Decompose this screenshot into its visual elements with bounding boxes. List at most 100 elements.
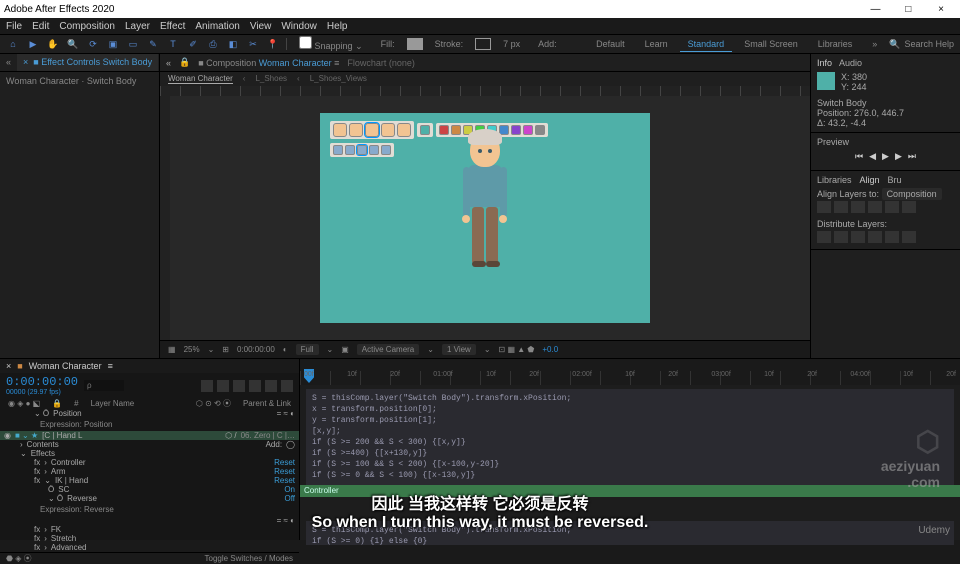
workspace-more-icon[interactable]: » (864, 37, 885, 51)
face-swatch-selected[interactable] (365, 123, 379, 137)
foot-right[interactable] (486, 261, 500, 267)
tl-footer-icon[interactable]: ⬣ ◈ ⦿ (6, 553, 32, 564)
timeline-comp-tab[interactable]: Woman Character (29, 361, 102, 371)
info-tab[interactable]: Info (817, 58, 832, 68)
subtab-lshoes[interactable]: L_Shoes (255, 74, 287, 84)
composition-name[interactable]: Woman Character (259, 58, 332, 68)
monitor-icon[interactable]: ▣ (341, 345, 349, 354)
brushes-tab[interactable]: Bru (888, 175, 902, 185)
align-left-icon[interactable] (817, 201, 831, 213)
arm-left[interactable] (463, 167, 470, 217)
effect-controls-tab[interactable]: × ■ Effect Controls Switch Body (17, 54, 158, 71)
distribute-icon[interactable] (851, 231, 865, 243)
toggle-switches[interactable]: Toggle Switches / Modes (205, 554, 294, 563)
align-vcenter-icon[interactable] (885, 201, 899, 213)
workspace-standard[interactable]: Standard (680, 37, 733, 52)
menu-layer[interactable]: Layer (125, 21, 150, 32)
layer-fk[interactable]: fx› FK (0, 525, 299, 534)
fill-swatch[interactable] (407, 38, 423, 50)
workspace-libraries[interactable]: Libraries (810, 37, 861, 51)
track-area[interactable]: S = thisComp.layer("Switch Body").transf… (300, 385, 960, 540)
add-label[interactable]: Add: (532, 37, 563, 51)
menu-view[interactable]: View (250, 21, 272, 32)
selection-tool-icon[interactable]: ▶ (26, 37, 40, 51)
zoom-level[interactable]: 25% (184, 345, 200, 354)
eraser-tool-icon[interactable]: ◧ (226, 37, 240, 51)
distribute-icon[interactable] (902, 231, 916, 243)
controller-bar[interactable]: Controller (300, 485, 960, 497)
shape-tool-icon[interactable]: ▭ (126, 37, 140, 51)
camera-dropdown[interactable]: Active Camera (357, 344, 419, 355)
body-swatch[interactable] (333, 145, 343, 155)
time-ruler[interactable]: 00f 10f 20f 01:00f 10f 20f 02:00f 10f 20… (300, 359, 960, 385)
color-swatch[interactable] (420, 125, 430, 135)
align-tab[interactable]: Align (860, 175, 880, 185)
align-bottom-icon[interactable] (902, 201, 916, 213)
first-frame-icon[interactable]: ⏮ (855, 151, 863, 162)
layer-fk[interactable]: = ≈ ◐ (0, 516, 299, 525)
panel-nav-icon[interactable]: « (166, 58, 171, 68)
character-torso[interactable] (468, 165, 502, 207)
face-swatch[interactable] (333, 123, 347, 137)
expression-editor-position[interactable]: S = thisComp.layer("Switch Body").transf… (306, 389, 954, 485)
tl-icon[interactable] (265, 380, 277, 392)
layer-stretch[interactable]: fx› Stretch (0, 534, 299, 543)
snapping-toggle[interactable]: Snapping ⌄ (293, 34, 369, 54)
layer-arm[interactable]: fx› ArmReset (0, 467, 299, 476)
lock-icon[interactable]: 🔒 (179, 57, 190, 68)
distribute-icon[interactable] (834, 231, 848, 243)
roto-tool-icon[interactable]: ✂ (246, 37, 260, 51)
composition-stage[interactable] (320, 113, 650, 323)
align-top-icon[interactable] (868, 201, 882, 213)
stroke-swatch[interactable] (475, 38, 491, 50)
timecode[interactable]: 0:00:00:00 (6, 375, 78, 389)
workspace-default[interactable]: Default (588, 37, 633, 51)
brush-tool-icon[interactable]: ✐ (186, 37, 200, 51)
layer-controller[interactable]: fx› ControllerReset (0, 458, 299, 467)
exposure[interactable]: +0.0 (542, 345, 558, 354)
ctrl-swatch[interactable] (511, 125, 521, 135)
align-hcenter-icon[interactable] (834, 201, 848, 213)
layer-position[interactable]: ⌄ Ö Position= ≈ ◐ (0, 409, 299, 418)
ctrl-swatch[interactable] (523, 125, 533, 135)
body-swatch[interactable] (369, 145, 379, 155)
layer-hand-l[interactable]: ◉■ ⌄ ★ [C | Hand L⬡ /06. Zero | C |… (0, 431, 299, 440)
stroke-width[interactable]: 7 px (497, 37, 526, 51)
next-frame-icon[interactable]: ▶ (895, 151, 902, 162)
workspace-learn[interactable]: Learn (637, 37, 676, 51)
minimize-button[interactable]: — (860, 4, 890, 15)
clone-tool-icon[interactable]: ⎙ (206, 37, 220, 51)
leg-left[interactable] (472, 207, 484, 263)
distribute-icon[interactable] (885, 231, 899, 243)
foot-left[interactable] (472, 261, 486, 267)
hand-tool-icon[interactable]: ✋ (46, 37, 60, 51)
hand-right[interactable] (499, 215, 507, 223)
maximize-button[interactable]: □ (893, 4, 923, 15)
close-button[interactable]: × (926, 4, 956, 15)
subtab-lshoes-views[interactable]: L_Shoes_Views (310, 74, 367, 84)
menu-help[interactable]: Help (327, 21, 348, 32)
ctrl-swatch[interactable] (535, 125, 545, 135)
view-options-icon[interactable]: ⊡ ▦ ▲ ⬟ (499, 345, 535, 354)
mask-icon[interactable]: ◐ (283, 345, 288, 354)
menu-edit[interactable]: Edit (32, 21, 49, 32)
tl-icon[interactable] (217, 380, 229, 392)
panel-tab-prev-icon[interactable]: « (0, 54, 17, 71)
expression-editor-reverse[interactable]: S = thisComp.layer("Switch Body").transf… (306, 521, 954, 545)
menu-animation[interactable]: Animation (195, 21, 239, 32)
face-swatch[interactable] (349, 123, 363, 137)
character-rig[interactable] (467, 133, 503, 263)
layer-advanced[interactable]: fx› Advanced (0, 543, 299, 552)
ctrl-swatch[interactable] (451, 125, 461, 135)
arm-right[interactable] (500, 167, 507, 217)
hand-left[interactable] (462, 215, 470, 223)
preview-tab[interactable]: Preview (817, 137, 849, 147)
audio-tab[interactable]: Audio (839, 58, 862, 68)
timeline-search[interactable] (84, 380, 124, 391)
body-swatch[interactable] (381, 145, 391, 155)
character-head[interactable] (470, 133, 500, 167)
layer-sc[interactable]: Ö SCOn (0, 485, 299, 494)
tl-icon[interactable] (281, 380, 293, 392)
leg-right[interactable] (486, 207, 498, 263)
type-tool-icon[interactable]: T (166, 37, 180, 51)
